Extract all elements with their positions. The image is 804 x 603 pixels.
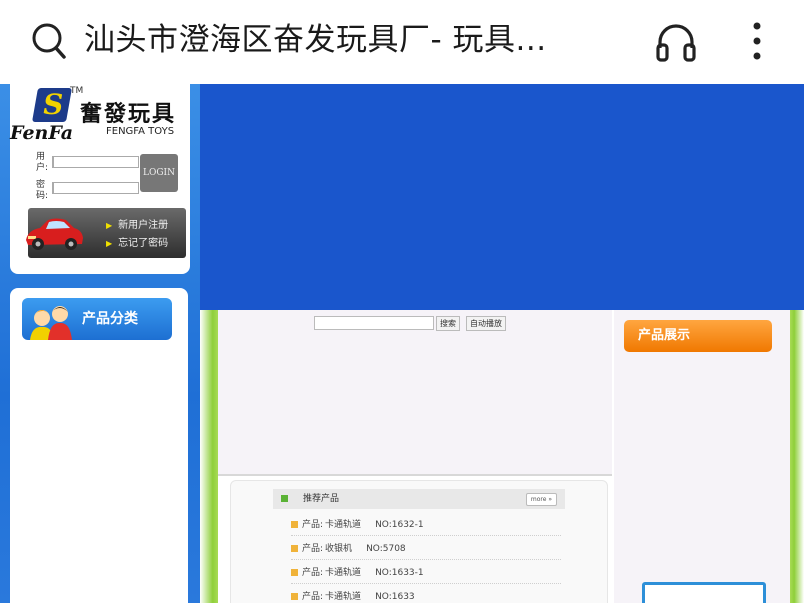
search-input[interactable] bbox=[314, 316, 434, 330]
logo-mark: S bbox=[32, 88, 72, 122]
bullet-icon bbox=[291, 521, 298, 528]
arrow-right-icon: ▶ bbox=[106, 239, 113, 248]
left-green-border bbox=[200, 310, 218, 603]
login-button[interactable]: LOGIN bbox=[140, 154, 178, 192]
headset-icon[interactable] bbox=[654, 20, 698, 64]
list-item[interactable]: 产品: 卡通轨道 NO:1632-1 bbox=[291, 515, 561, 536]
car-image bbox=[26, 218, 83, 250]
recommended-header: 推荐产品 more » bbox=[273, 489, 565, 509]
product-thumbnail[interactable] bbox=[642, 582, 766, 603]
category-title: 产品分类 bbox=[82, 311, 138, 327]
browser-top-bar: 汕头市澄海区奋发玩具厂- 玩具... bbox=[0, 0, 804, 84]
kids-icon bbox=[30, 306, 72, 340]
bullet-icon bbox=[291, 545, 298, 552]
square-icon bbox=[281, 495, 288, 502]
recommended-title: 推荐产品 bbox=[303, 494, 340, 504]
left-sidebar: S TM 奮發玩具 FenFa FENGFA TOYS 用户: 密码: LOGI… bbox=[0, 84, 200, 603]
bullet-icon bbox=[291, 569, 298, 576]
arrow-right-icon: ▶ bbox=[106, 221, 113, 230]
list-item[interactable]: 产品: 卡通轨道 NO:1633 bbox=[291, 587, 561, 603]
category-header[interactable]: 产品分类 bbox=[22, 298, 172, 340]
product-title: 产品展示 bbox=[638, 328, 691, 343]
category-box: 产品分类 bbox=[10, 288, 188, 603]
forgot-password-link[interactable]: ▶ 忘记了密码 bbox=[106, 234, 168, 249]
register-link[interactable]: ▶ 新用户注册 bbox=[106, 216, 168, 231]
logo-subtitle: FENGFA TOYS bbox=[106, 126, 175, 137]
recommended-box: 推荐产品 more » 产品: 卡通轨道 NO:1632-1 产品: 收银机 NO:57… bbox=[230, 480, 608, 603]
list-item[interactable]: 产品: 卡通轨道 NO:1633-1 bbox=[291, 563, 561, 584]
slideshow-panel: 搜索 自动播放 bbox=[218, 310, 612, 474]
product-header[interactable]: 产品展示 bbox=[624, 320, 772, 352]
divider bbox=[218, 474, 612, 476]
username-input[interactable] bbox=[52, 156, 139, 168]
register-panel: ▶ 新用户注册 ▶ 忘记了密码 bbox=[26, 208, 186, 258]
password-input[interactable] bbox=[52, 182, 139, 194]
logo-name-en: FenFa bbox=[10, 122, 74, 144]
autoplay-button[interactable]: 自动播放 bbox=[466, 316, 506, 331]
web-page: S TM 奮發玩具 FenFa FENGFA TOYS 用户: 密码: LOGI… bbox=[0, 84, 804, 603]
product-panel: 产品展示 bbox=[614, 310, 790, 603]
logo-tm: TM bbox=[70, 86, 84, 96]
logo-name-cn: 奮發玩具 bbox=[80, 101, 177, 127]
search-button[interactable]: 搜索 bbox=[436, 316, 460, 331]
content-area: 搜索 自动播放 推荐产品 more » 产品: 卡通轨道 NO:1632-1 产品:… bbox=[200, 310, 804, 603]
page-title[interactable]: 汕头市澄海区奋发玩具厂- 玩具... bbox=[84, 20, 614, 60]
list-item[interactable]: 产品: 收银机 NO:5708 bbox=[291, 539, 561, 560]
more-button[interactable]: more » bbox=[525, 493, 557, 506]
right-green-border bbox=[790, 310, 804, 603]
search-icon[interactable] bbox=[30, 20, 70, 60]
logo-login-box: S TM 奮發玩具 FenFa FENGFA TOYS 用户: 密码: LOGI… bbox=[10, 84, 190, 274]
more-vert-icon[interactable] bbox=[746, 18, 768, 64]
banner bbox=[200, 84, 804, 310]
bullet-icon bbox=[291, 593, 298, 600]
